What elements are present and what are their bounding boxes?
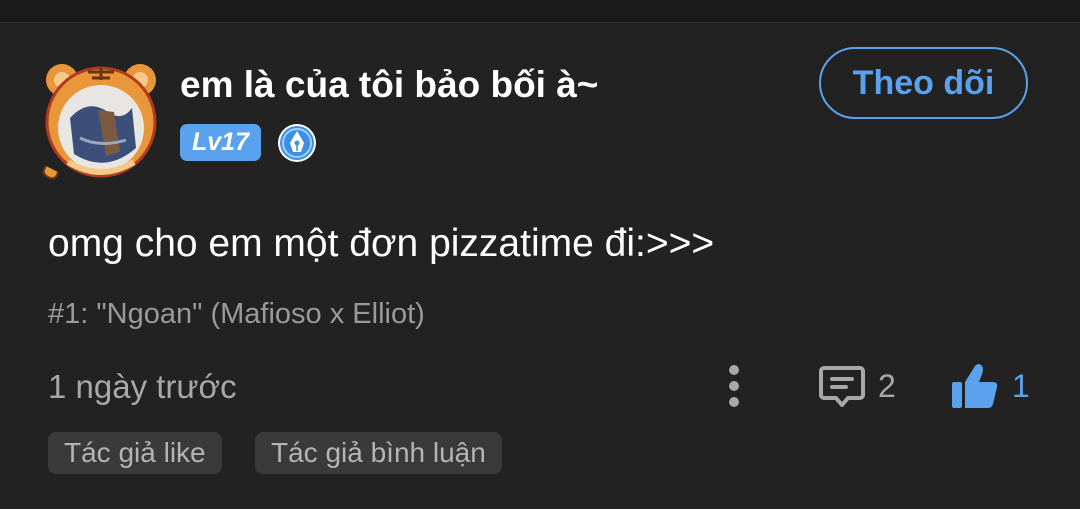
comment-timestamp: 1 ngày trước (48, 368, 237, 405)
reply-count: 2 (878, 368, 896, 404)
more-options-button[interactable] (716, 362, 752, 410)
tag-author-liked: Tác giả like (48, 432, 222, 474)
chapter-reference[interactable]: #1: "Ngoan" (Mafioso x Elliot) (48, 298, 425, 331)
reply-button[interactable]: 2 (818, 362, 904, 412)
comment-text: omg cho em một đơn pizzatime đi:>>> (48, 222, 715, 265)
follow-button[interactable]: Theo dõi (819, 47, 1028, 119)
author-name[interactable]: em là của tôi bảo bối à~ (180, 64, 598, 106)
level-badge: Lv17 (180, 124, 261, 161)
pen-nib-icon (276, 122, 318, 164)
thumbs-up-icon (952, 364, 998, 408)
tiger-avatar-icon[interactable] (40, 58, 162, 180)
tag-author-commented: Tác giả bình luận (255, 432, 502, 474)
like-button[interactable]: 1 (950, 360, 1034, 412)
more-vertical-icon (729, 365, 739, 407)
top-divider (0, 0, 1080, 23)
comment-icon (819, 366, 865, 407)
like-count: 1 (1012, 368, 1030, 404)
